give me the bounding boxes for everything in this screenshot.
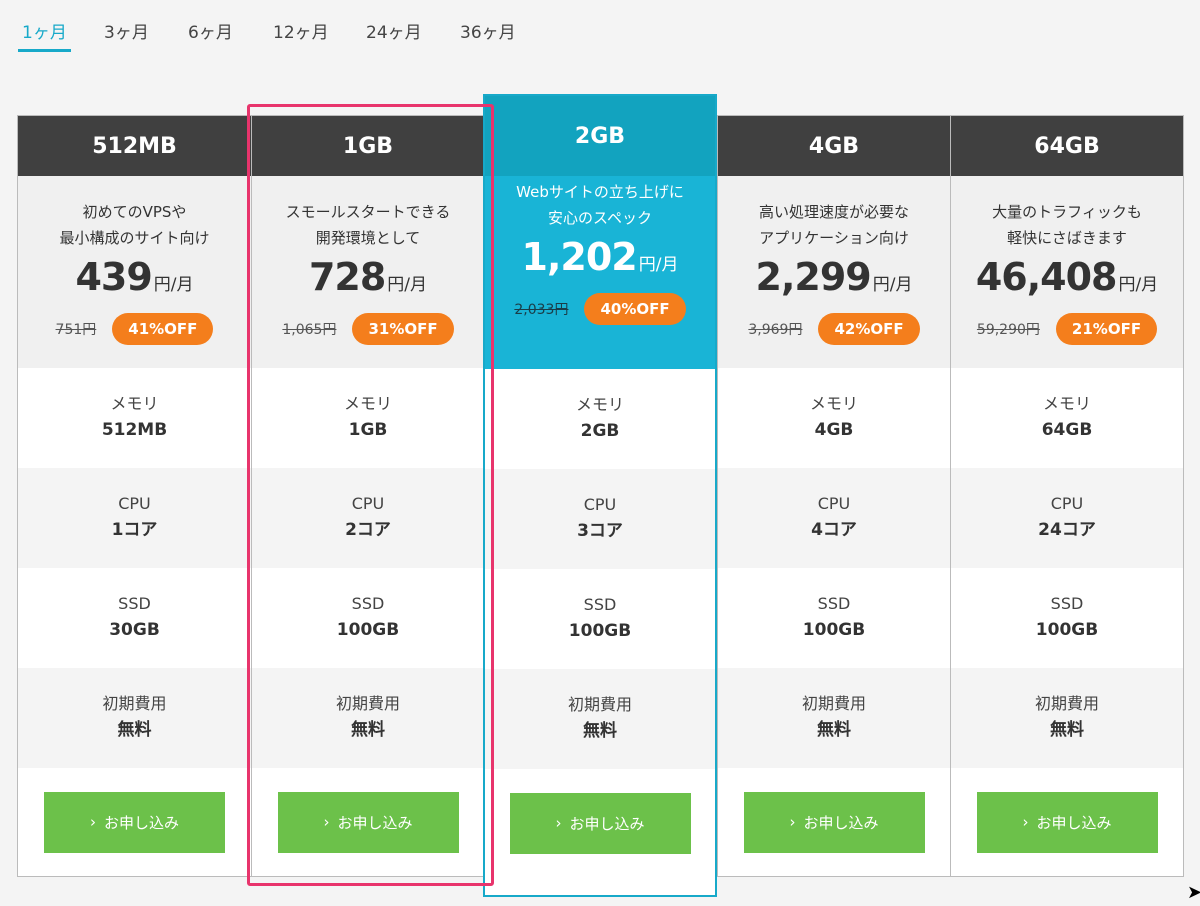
- spec-setup-fee: 初期費用 無料: [485, 669, 715, 769]
- tab-24-months[interactable]: 24ヶ月: [366, 18, 422, 49]
- spec-setup-fee: 初期費用 無料: [18, 668, 251, 768]
- apply-button-512mb[interactable]: › お申し込み: [44, 791, 225, 853]
- chevron-right-icon: ›: [323, 813, 330, 831]
- monthly-price: 439: [75, 255, 152, 299]
- plan-description: 高い処理速度が必要な アプリケーション向け: [758, 203, 909, 247]
- spec-cpu: CPU 24コア: [951, 468, 1183, 568]
- cta-area: › お申し込み: [485, 769, 715, 877]
- price-unit: 円/月: [387, 275, 428, 295]
- spec-ssd: SSD 100GB: [1035, 594, 1099, 640]
- plan-name: 1GB: [252, 116, 484, 176]
- price-unit: 円/月: [638, 255, 679, 275]
- monthly-price: 2,299: [755, 255, 872, 299]
- spec-memory: メモリ 512MB: [101, 394, 168, 440]
- original-price: 1,065円: [282, 322, 337, 338]
- apply-button-64gb[interactable]: › お申し込み: [976, 791, 1158, 853]
- plan-summary: 大量のトラフィックも 軽快にさばきます 46,408 円/月 59,290円 21…: [951, 176, 1183, 368]
- price-line: 2,299 円/月: [718, 255, 950, 307]
- cta-area: › お申し込み: [252, 768, 484, 876]
- cta-area: › お申し込み: [718, 768, 950, 876]
- plan-name: 64GB: [951, 116, 1183, 176]
- price-line: 1,202 円/月: [485, 235, 715, 287]
- plan-description: スモールスタートできる 開発環境として: [285, 203, 451, 247]
- spec-setup-fee: 初期費用 無料: [252, 668, 484, 768]
- spec-memory: メモリ 4GB: [809, 394, 858, 440]
- spec-ssd: SSD 100GB: [336, 594, 400, 640]
- plan-name: 4GB: [718, 116, 950, 176]
- tab-3-months[interactable]: 3ヶ月: [104, 18, 149, 49]
- price-unit: 円/月: [872, 275, 913, 295]
- plan-column-512mb: 512MB 初めてのVPSや 最小構成のサイト向け 439 円/月 751円 41…: [18, 116, 251, 876]
- monthly-price: 46,408: [975, 255, 1118, 299]
- chevron-right-icon: ›: [789, 813, 796, 831]
- price-unit: 円/月: [153, 275, 194, 295]
- price-unit: 円/月: [1118, 275, 1159, 295]
- plan-column-4gb: 4GB 高い処理速度が必要な アプリケーション向け 2,299 円/月 3,969…: [717, 116, 950, 876]
- discount-line: 3,969円 42%OFF: [718, 313, 950, 345]
- discount-line: 59,290円 21%OFF: [951, 313, 1183, 345]
- spec-cpu: CPU 3コア: [485, 469, 715, 569]
- plan-description: 初めてのVPSや 最小構成のサイト向け: [59, 203, 210, 247]
- plan-summary: 高い処理速度が必要な アプリケーション向け 2,299 円/月 3,969円 42…: [718, 176, 950, 368]
- plan-column-64gb: 64GB 大量のトラフィックも 軽快にさばきます 46,408 円/月 59,29…: [950, 116, 1183, 876]
- tab-1-month[interactable]: 1ヶ月: [18, 18, 71, 52]
- plan-name: 2GB: [485, 96, 715, 176]
- spec-ssd: SSD 30GB: [109, 594, 160, 640]
- plan-column-1gb: 1GB スモールスタートできる 開発環境として 728 円/月 1,065円 31…: [251, 116, 484, 876]
- price-line: 46,408 円/月: [951, 255, 1183, 307]
- cta-area: › お申し込み: [951, 768, 1183, 876]
- plan-column-2gb-featured: 2GB Webサイトの立ち上げに 安心のスペック 1,202 円/月 2,033円…: [483, 94, 717, 897]
- plan-description: Webサイトの立ち上げに 安心のスペック: [516, 183, 684, 227]
- discount-line: 751円 41%OFF: [18, 313, 251, 345]
- plan-summary: Webサイトの立ち上げに 安心のスペック 1,202 円/月 2,033円 40%…: [485, 176, 715, 369]
- original-price: 751円: [55, 322, 97, 338]
- plan-name: 512MB: [18, 116, 251, 176]
- spec-cpu: CPU 2コア: [252, 468, 484, 568]
- original-price: 2,033円: [514, 302, 569, 318]
- price-line: 728 円/月: [252, 255, 484, 307]
- monthly-price: 1,202: [521, 235, 638, 279]
- spec-memory: メモリ 2GB: [575, 395, 624, 441]
- spec-cpu: CPU 4コア: [718, 468, 950, 568]
- plan-summary: スモールスタートできる 開発環境として 728 円/月 1,065円 31%OFF: [252, 176, 484, 368]
- spec-memory: メモリ 64GB: [1041, 394, 1093, 440]
- tab-6-months[interactable]: 6ヶ月: [188, 18, 233, 49]
- original-price: 3,969円: [748, 322, 803, 338]
- chevron-right-icon: ›: [1022, 813, 1029, 831]
- plan-summary: 初めてのVPSや 最小構成のサイト向け 439 円/月 751円 41%OFF: [18, 176, 251, 368]
- original-price: 59,290円: [976, 322, 1040, 338]
- spec-ssd: SSD 100GB: [568, 595, 632, 641]
- price-line: 439 円/月: [18, 255, 251, 307]
- chevron-right-icon: ›: [89, 813, 96, 831]
- mouse-cursor-icon: ➤: [1187, 882, 1200, 903]
- chevron-right-icon: ›: [555, 814, 562, 832]
- discount-badge: 42%OFF: [818, 313, 920, 345]
- discount-badge: 40%OFF: [584, 293, 686, 325]
- spec-memory: メモリ 1GB: [343, 394, 392, 440]
- discount-badge: 31%OFF: [352, 313, 454, 345]
- spec-setup-fee: 初期費用 無料: [951, 668, 1183, 768]
- monthly-price: 728: [308, 255, 386, 299]
- plan-description: 大量のトラフィックも 軽快にさばきます: [992, 203, 1142, 247]
- spec-setup-fee: 初期費用 無料: [718, 668, 950, 768]
- spec-ssd: SSD 100GB: [802, 594, 866, 640]
- discount-badge: 41%OFF: [112, 313, 214, 345]
- discount-badge: 21%OFF: [1055, 313, 1158, 345]
- tab-12-months[interactable]: 12ヶ月: [273, 18, 329, 49]
- cta-area: › お申し込み: [18, 768, 251, 876]
- tab-36-months[interactable]: 36ヶ月: [460, 18, 516, 49]
- billing-period-tabs: 1ヶ月 3ヶ月 6ヶ月 12ヶ月 24ヶ月 36ヶ月: [0, 0, 1200, 60]
- apply-button-4gb[interactable]: › お申し込み: [743, 791, 925, 853]
- discount-line: 2,033円 40%OFF: [485, 293, 715, 325]
- apply-button-1gb[interactable]: › お申し込み: [277, 791, 459, 853]
- discount-line: 1,065円 31%OFF: [252, 313, 484, 345]
- spec-cpu: CPU 1コア: [18, 468, 251, 568]
- apply-button-2gb[interactable]: › お申し込み: [509, 792, 691, 854]
